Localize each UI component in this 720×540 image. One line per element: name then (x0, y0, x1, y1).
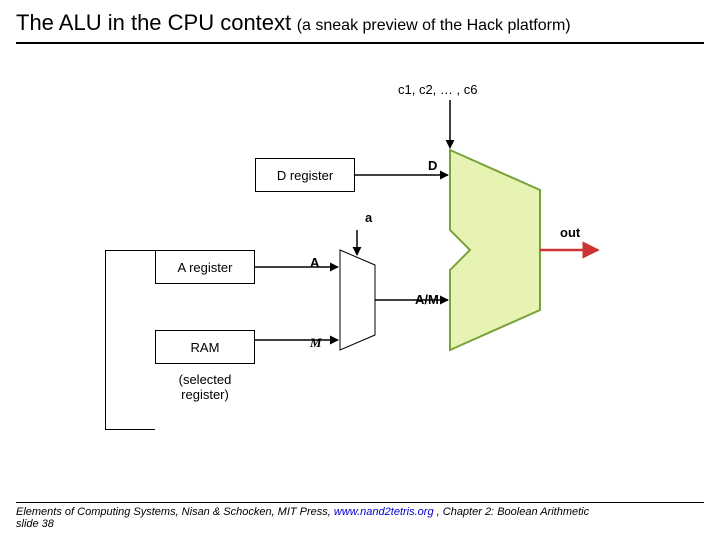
selected-register-caption: (selected register) (155, 372, 255, 402)
slide-title: The ALU in the CPU context (a sneak prev… (16, 10, 704, 44)
control-signals-label: c1, c2, … , c6 (398, 82, 477, 97)
alu-diagram: D register A register RAM (selected regi… (0, 40, 720, 500)
footer-chapter-prefix: , Chapter 2: (437, 506, 498, 518)
a-control-label: a (365, 210, 372, 225)
d-input-label: D (428, 158, 437, 173)
title-subtitle: (a sneak preview of the Hack platform) (297, 17, 571, 34)
footer-chapter-title: Boolean Arithmetic (497, 506, 589, 518)
ram-box: RAM (155, 330, 255, 364)
ram-outline (105, 250, 155, 430)
title-main: The ALU in the CPU context (16, 10, 291, 35)
a-register-box: A register (155, 250, 255, 284)
mux-m-input-label: M (310, 335, 322, 351)
mux-label: Mux (348, 288, 363, 313)
mux-a-input-label: A (310, 255, 319, 270)
alu-output-label: out (560, 225, 580, 240)
d-register-box: D register (255, 158, 355, 192)
footer-link[interactable]: www.nand2tetris.org (334, 506, 434, 518)
alu-label: ALU (515, 236, 531, 265)
mux-output-am-label: A/M (415, 292, 439, 307)
footer-book: Elements of Computing Systems, Nisan & S… (16, 506, 334, 518)
footer-slide-num: slide 38 (16, 518, 54, 530)
slide-footer: Elements of Computing Systems, Nisan & S… (16, 502, 704, 530)
slide: The ALU in the CPU context (a sneak prev… (0, 0, 720, 540)
